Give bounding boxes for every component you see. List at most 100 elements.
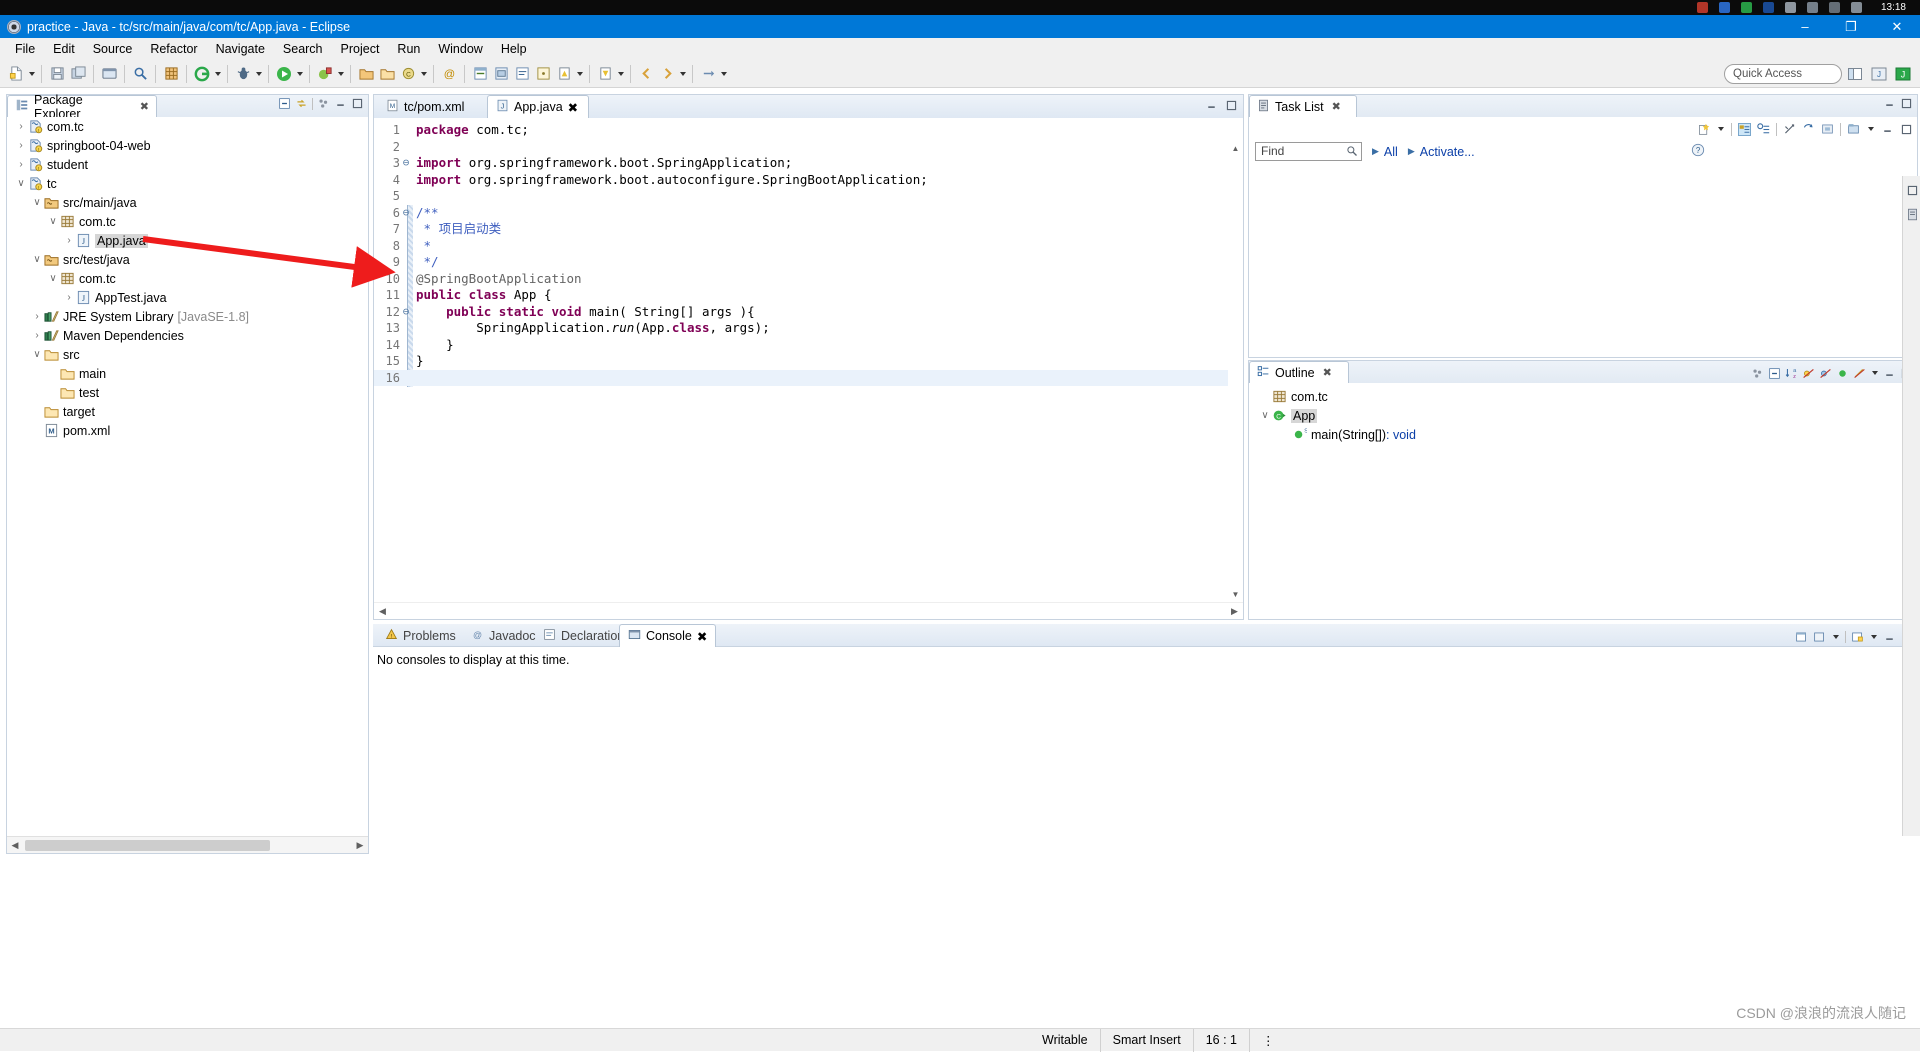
code-line[interactable]: 15} — [374, 353, 1243, 370]
filter-all[interactable]: ▶ All — [1372, 145, 1398, 159]
code-line[interactable]: 3 ⊖ import org.springframework.boot.Spring… — [374, 155, 1243, 172]
new-folder-icon[interactable] — [377, 64, 397, 84]
editor-tab-app-java[interactable]: J App.java ✖ — [487, 95, 589, 118]
chevron-down-icon[interactable]: ∨ — [47, 216, 59, 227]
maximize-view-icon[interactable] — [351, 97, 364, 110]
perspective-java-ee-icon[interactable]: J — [1868, 63, 1890, 85]
code-line[interactable]: 1 package com.tc; — [374, 122, 1243, 139]
menu-edit[interactable]: Edit — [44, 40, 84, 58]
tree-item-jre-system-library[interactable]: › JRE System Library [JavaSE-1.8] — [7, 307, 368, 326]
fold-collapse-icon[interactable]: ⊖ — [400, 155, 412, 172]
code-line[interactable]: 4 import org.springframework.boot.autocon… — [374, 172, 1243, 189]
menu-source[interactable]: Source — [84, 40, 142, 58]
chevron-right-icon[interactable]: › — [15, 159, 27, 170]
close-icon[interactable]: ✖ — [568, 100, 578, 115]
previous-annotation-icon[interactable] — [595, 64, 615, 84]
console-dropdown-icon[interactable] — [1831, 627, 1840, 647]
menu-window[interactable]: Window — [429, 40, 491, 58]
toggle-word-wrap-icon[interactable] — [512, 64, 532, 84]
run-icon[interactable] — [274, 64, 294, 84]
annotation-marker-icon[interactable]: @ — [439, 64, 459, 84]
show-whitespace-icon[interactable] — [533, 64, 553, 84]
tree-item-springboot-04-web[interactable]: ›! springboot-04-web — [7, 136, 368, 155]
outline-tree[interactable]: com.tc ∨ C App Smain(String[]) : void — [1249, 383, 1917, 619]
tree-item-src[interactable]: ∨ src — [7, 345, 368, 364]
tree-item-maven-dependencies[interactable]: › Maven Dependencies — [7, 326, 368, 345]
close-icon[interactable]: ✖ — [1323, 366, 1332, 379]
task-working-set-icon[interactable] — [1847, 123, 1860, 136]
last-edit-dropdown-icon[interactable] — [719, 64, 728, 84]
scroll-down-icon[interactable]: ▼ — [1228, 587, 1243, 602]
chevron-right-icon[interactable]: › — [63, 235, 75, 246]
open-editor-icon[interactable] — [470, 64, 490, 84]
chevron-right-icon[interactable]: › — [15, 140, 27, 151]
outline-item-com-tc[interactable]: com.tc — [1249, 387, 1917, 406]
last-edit-location-icon[interactable] — [698, 64, 718, 84]
git-dropdown-icon[interactable] — [213, 64, 222, 84]
tray-icon-blue[interactable] — [1718, 2, 1730, 13]
collapse-all-icon[interactable] — [1768, 367, 1781, 380]
outline-view-menu-icon[interactable] — [1870, 363, 1879, 383]
minimize-view-icon[interactable] — [334, 97, 347, 110]
maximize-view-icon[interactable] — [1900, 97, 1913, 110]
view-menu-icon[interactable] — [317, 97, 330, 110]
git-icon[interactable] — [192, 64, 212, 84]
fold-collapse-icon[interactable]: ⊖ — [400, 205, 412, 222]
minimize-view-icon[interactable] — [1883, 631, 1896, 644]
close-icon[interactable]: ✖ — [1332, 100, 1341, 113]
code-line[interactable]: 13 SpringApplication.run(App.class, args… — [374, 320, 1243, 337]
menu-help[interactable]: Help — [492, 40, 536, 58]
new-class-dropdown-icon[interactable] — [419, 64, 428, 84]
new-java-package-icon[interactable] — [356, 64, 376, 84]
minimize-view-icon[interactable] — [1883, 97, 1896, 110]
tree-item-main[interactable]: main — [7, 364, 368, 383]
outline-item-app[interactable]: ∨ C App — [1249, 406, 1917, 425]
package-explorer-hscrollbar[interactable]: ◀ ▶ — [7, 836, 368, 853]
help-icon[interactable]: ? — [1691, 143, 1705, 160]
package-explorer-tree[interactable]: ›! com.tc ›! springboot-04-web ›! student ∨! tc… — [7, 117, 368, 853]
tray-icon-gray3[interactable] — [1828, 2, 1840, 13]
save-all-icon[interactable] — [68, 64, 88, 84]
tray-icon-gray4[interactable] — [1850, 2, 1862, 13]
restore-view-icon[interactable] — [1903, 180, 1920, 200]
code-line[interactable]: 7 * 项目启动类 — [374, 221, 1243, 238]
chevron-down-icon[interactable]: ∨ — [15, 178, 27, 189]
tree-item-apptest-java[interactable]: › J AppTest.java — [7, 288, 368, 307]
code-line[interactable]: 2 — [374, 139, 1243, 156]
open-type-icon[interactable] — [161, 64, 181, 84]
maximize-editor-icon[interactable] — [1225, 99, 1238, 112]
hide-local-types-icon[interactable] — [1853, 367, 1866, 380]
tray-icon-gray1[interactable] — [1784, 2, 1796, 13]
tab-declaration[interactable]: Declaration — [535, 624, 632, 647]
sort-icon[interactable]: az — [1785, 367, 1798, 380]
categorized-presentation-icon[interactable] — [1738, 122, 1751, 136]
code-line[interactable]: 16 — [374, 369, 1243, 386]
menu-navigate[interactable]: Navigate — [207, 40, 274, 58]
display-selected-console-icon[interactable] — [1813, 631, 1826, 644]
hide-nonpublic-icon[interactable] — [1836, 367, 1849, 380]
code-line[interactable]: 10 @SpringBootApplication — [374, 271, 1243, 288]
menu-refactor[interactable]: Refactor — [141, 40, 206, 58]
tree-item-com-tc[interactable]: ›! com.tc — [7, 117, 368, 136]
collapse-all-icon[interactable] — [278, 97, 291, 110]
new-task-dropdown-icon[interactable] — [1716, 119, 1725, 139]
scroll-left-icon[interactable]: ◀ — [374, 606, 391, 617]
menu-search[interactable]: Search — [274, 40, 332, 58]
forward-dropdown-icon[interactable] — [678, 64, 687, 84]
toggle-block-selection-icon[interactable] — [491, 64, 511, 84]
tray-icon-green[interactable] — [1740, 2, 1752, 13]
close-button[interactable]: ✕ — [1874, 15, 1920, 38]
task-list-fastview-icon[interactable] — [1903, 204, 1920, 224]
hscroll-thumb[interactable] — [25, 839, 270, 851]
run-external-tools-icon[interactable] — [315, 64, 335, 84]
chevron-down-icon[interactable]: ∨ — [1259, 410, 1271, 421]
editor-tab-pom-xml[interactable]: M tc/pom.xml — [378, 95, 491, 118]
open-perspective-icon[interactable] — [1844, 63, 1866, 85]
back-icon[interactable] — [636, 64, 656, 84]
code-line[interactable]: 11 public class App { — [374, 287, 1243, 304]
code-line[interactable]: 8 * — [374, 238, 1243, 255]
tree-item-tc[interactable]: ∨! tc — [7, 174, 368, 193]
next-annotation-icon[interactable] — [554, 64, 574, 84]
tree-item-com-tc[interactable]: ∨ com.tc — [7, 212, 368, 231]
tab-javadoc[interactable]: @ Javadoc — [463, 624, 544, 647]
